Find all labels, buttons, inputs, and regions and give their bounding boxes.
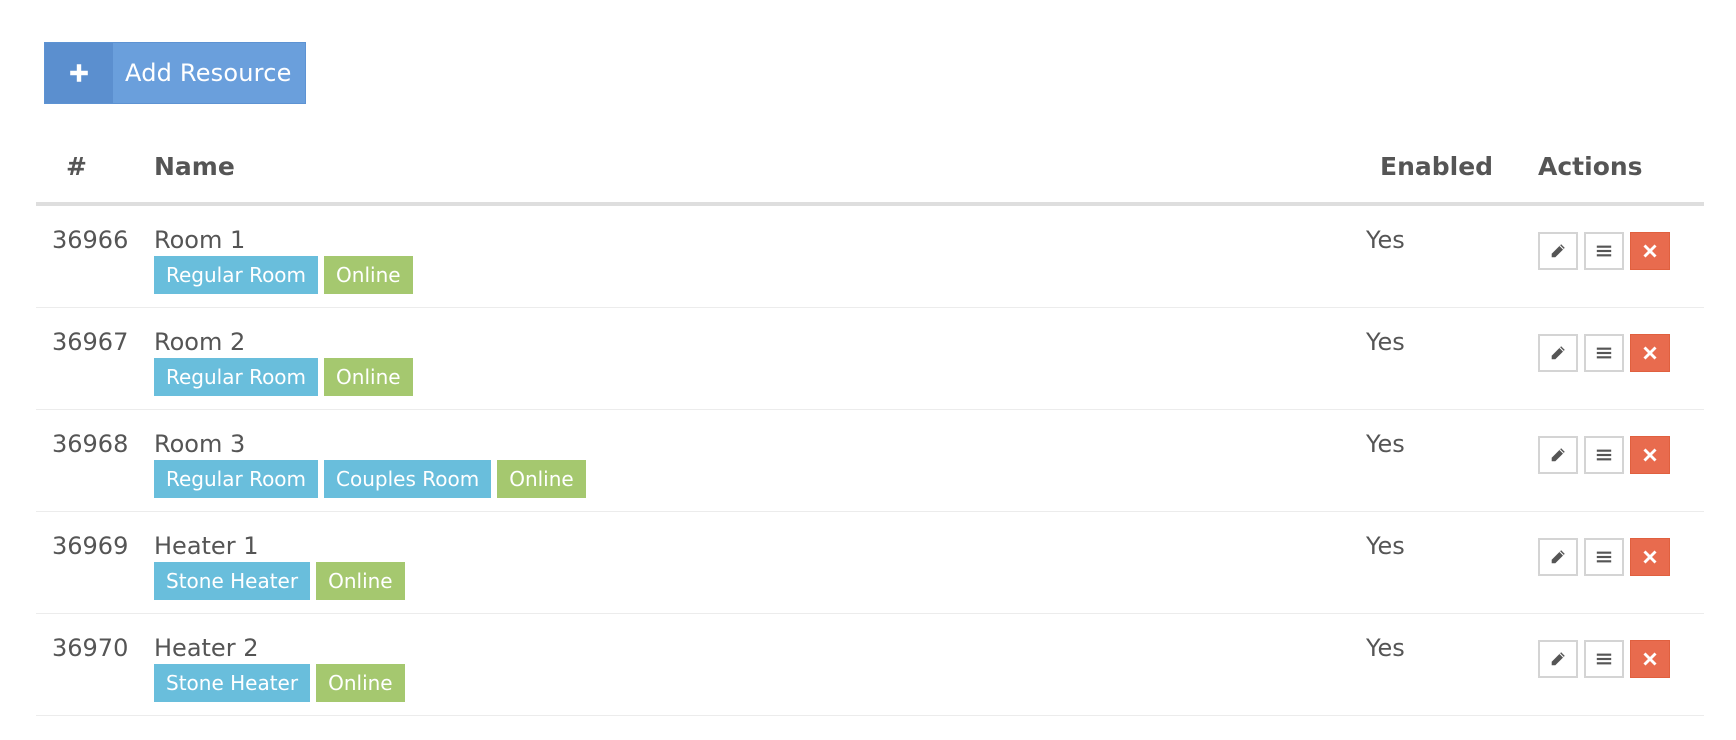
resource-name: Heater 2 [154,634,259,662]
tag-list: Stone Heater Online [154,664,405,702]
header-number: # [66,152,87,181]
tag-badge: Regular Room [154,460,319,498]
tag-badge: Online [324,256,413,294]
table-row: 36966 Room 1 Regular Room Online Yes [36,206,1704,308]
details-button[interactable] [1584,232,1624,270]
edit-button[interactable] [1538,436,1578,474]
add-resource-label: Add Resource [125,59,292,87]
enabled-value: Yes [1366,634,1405,662]
edit-button[interactable] [1538,538,1578,576]
enabled-value: Yes [1366,532,1405,560]
edit-button[interactable] [1538,334,1578,372]
resource-name: Room 3 [154,430,246,458]
tag-badge: Online [497,460,586,498]
row-actions [1538,334,1670,372]
add-resource-button[interactable]: Add Resource [44,42,306,104]
row-actions [1538,436,1670,474]
table-row: 36967 Room 2 Regular Room Online Yes [36,308,1704,410]
pencil-icon [1549,242,1567,260]
tag-badge: Online [316,562,405,600]
resource-id: 36966 [52,226,129,254]
edit-button[interactable] [1538,232,1578,270]
close-icon [1641,344,1659,362]
tag-badge: Regular Room [154,358,319,396]
close-icon [1641,548,1659,566]
plus-icon [45,43,113,103]
tag-list: Regular Room Online [154,256,413,294]
resource-id: 36967 [52,328,129,356]
details-button[interactable] [1584,334,1624,372]
row-actions [1538,640,1670,678]
edit-button[interactable] [1538,640,1578,678]
tag-badge: Stone Heater [154,562,311,600]
pencil-icon [1549,446,1567,464]
tag-badge: Couples Room [324,460,492,498]
list-icon [1595,548,1613,566]
delete-button[interactable] [1630,232,1670,270]
resource-id: 36968 [52,430,129,458]
resource-name: Heater 1 [154,532,259,560]
tag-badge: Stone Heater [154,664,311,702]
tag-badge: Online [316,664,405,702]
list-icon [1595,446,1613,464]
resource-id: 36969 [52,532,129,560]
enabled-value: Yes [1366,430,1405,458]
row-actions [1538,232,1670,270]
pencil-icon [1549,548,1567,566]
close-icon [1641,242,1659,260]
table-row: 36968 Room 3 Regular Room Couples Room Onlin… [36,410,1704,512]
header-name: Name [154,152,235,181]
pencil-icon [1549,650,1567,668]
close-icon [1641,650,1659,668]
table-row: 36970 Heater 2 Stone Heater Online Yes [36,614,1704,716]
resource-name: Room 1 [154,226,246,254]
list-icon [1595,650,1613,668]
tag-badge: Online [324,358,413,396]
tag-list: Stone Heater Online [154,562,405,600]
delete-button[interactable] [1630,538,1670,576]
list-icon [1595,242,1613,260]
row-actions [1538,538,1670,576]
details-button[interactable] [1584,640,1624,678]
details-button[interactable] [1584,538,1624,576]
delete-button[interactable] [1630,334,1670,372]
enabled-value: Yes [1366,226,1405,254]
tag-list: Regular Room Online [154,358,413,396]
list-icon [1595,344,1613,362]
pencil-icon [1549,344,1567,362]
enabled-value: Yes [1366,328,1405,356]
details-button[interactable] [1584,436,1624,474]
resource-id: 36970 [52,634,129,662]
header-actions: Actions [1538,152,1643,181]
close-icon [1641,446,1659,464]
delete-button[interactable] [1630,640,1670,678]
table-row: 36969 Heater 1 Stone Heater Online Yes [36,512,1704,614]
resource-name: Room 2 [154,328,246,356]
header-enabled: Enabled [1380,152,1494,181]
table-header: # Name Enabled Actions [36,140,1704,206]
tag-list: Regular Room Couples Room Online [154,460,586,498]
tag-badge: Regular Room [154,256,319,294]
delete-button[interactable] [1630,436,1670,474]
